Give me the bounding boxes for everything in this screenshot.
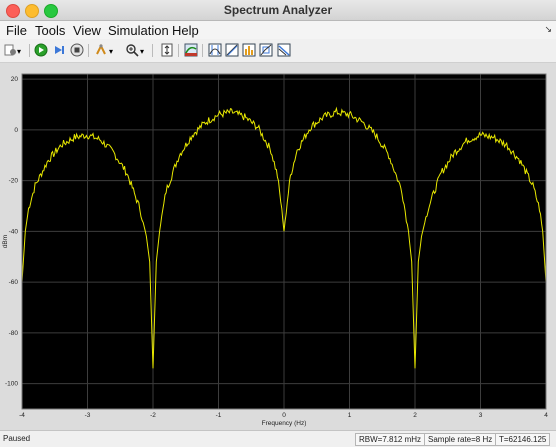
toolbar-separator	[29, 44, 30, 57]
spectrum-plot[interactable]: -4 -3 -2 -1 0 1 2 3 4 20 0 -20 -40 -60 -80 -100 Frequenc…	[0, 63, 556, 430]
y-tick-label: 0	[14, 127, 18, 134]
y-tick-label: -100	[5, 381, 18, 388]
stop-icon[interactable]	[70, 43, 84, 57]
spectral-mask-icon[interactable]	[277, 43, 291, 57]
title-bar: Spectrum Analyzer	[0, 0, 556, 21]
y-tick-label: -40	[9, 228, 19, 235]
y-axis-label: dBm	[2, 235, 9, 248]
y-tick-label: 20	[11, 76, 19, 83]
simulation-state: Paused	[3, 434, 31, 443]
y-tick-label: -20	[9, 178, 19, 185]
run-icon[interactable]	[34, 43, 48, 57]
x-tick-label: 1	[348, 412, 352, 419]
toolbar-collapse-icon[interactable]: ↘	[544, 24, 552, 35]
menu-bar: File Tools View Simulation Help ↘	[0, 21, 556, 39]
highlight-dropdown-icon[interactable]: ▾	[109, 47, 117, 61]
x-tick-label: 3	[479, 412, 483, 419]
x-tick-label: -4	[19, 412, 25, 419]
axes-scaling-icon[interactable]	[160, 43, 174, 57]
y-tick-label: -80	[9, 330, 19, 337]
toolbar-separator	[152, 44, 153, 57]
highlight-icon[interactable]	[94, 43, 108, 57]
window-title: Spectrum Analyzer	[223, 3, 333, 17]
plot-area[interactable]: -4 -3 -2 -1 0 1 2 3 4 20 0 -20 -40 -60 -80 -100 Frequenc…	[0, 63, 556, 430]
x-tick-label: -1	[216, 412, 222, 419]
x-tick-label: -2	[150, 412, 156, 419]
menu-view[interactable]: View	[73, 23, 101, 38]
toolbar-separator	[88, 44, 89, 57]
menu-file[interactable]: File	[6, 23, 27, 38]
step-forward-icon[interactable]	[52, 43, 66, 57]
menu-tools[interactable]: Tools	[35, 23, 65, 38]
menu-help[interactable]: Help	[172, 23, 199, 38]
channel-measurement-icon[interactable]	[259, 43, 273, 57]
zoom-dropdown-icon[interactable]: ▾	[140, 47, 148, 61]
toolbar-separator	[202, 44, 203, 57]
zoom-icon[interactable]	[125, 43, 139, 57]
settings-icon[interactable]	[3, 43, 17, 57]
menu-simulation[interactable]: Simulation	[108, 23, 169, 38]
distortion-icon[interactable]	[225, 43, 239, 57]
peak-finder-icon[interactable]	[208, 43, 222, 57]
toolbar: ▾ ▾ ▾	[0, 39, 556, 63]
time-readout: T=62146.125	[495, 433, 551, 446]
y-tick-label: -60	[9, 279, 19, 286]
sample-rate-readout: Sample rate=8 Hz	[424, 433, 497, 446]
data-cursor-icon[interactable]	[184, 43, 198, 57]
status-bar: Paused RBW=7.812 mHz Sample rate=8 Hz T=…	[0, 430, 556, 447]
settings-dropdown-icon[interactable]: ▾	[17, 47, 25, 61]
ccdf-icon[interactable]	[242, 43, 256, 57]
x-tick-label: 2	[413, 412, 417, 419]
toolbar-separator	[178, 44, 179, 57]
x-tick-label: 4	[544, 412, 548, 419]
x-tick-label: -3	[85, 412, 91, 419]
x-axis-label: Frequency (Hz)	[262, 420, 307, 427]
rbw-readout: RBW=7.812 mHz	[355, 433, 426, 446]
x-tick-label: 0	[282, 412, 286, 419]
